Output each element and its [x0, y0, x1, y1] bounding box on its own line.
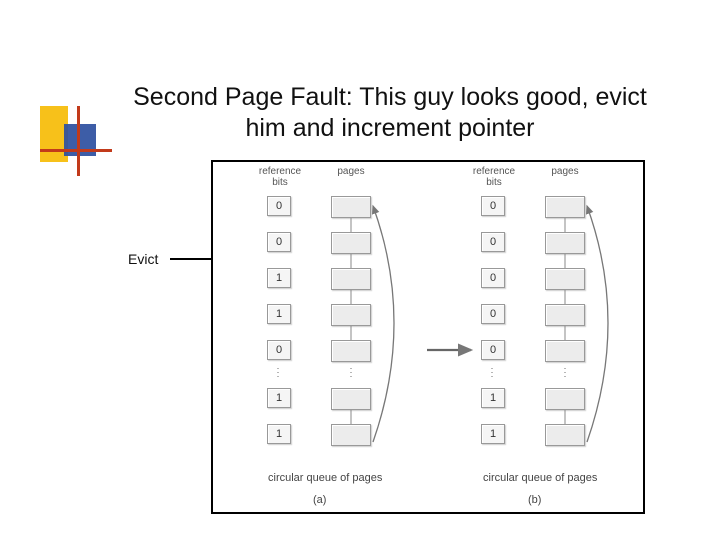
ellipsis-icon: ··· — [272, 366, 284, 378]
page-cell — [331, 232, 371, 254]
ref-bit-cell: 1 — [481, 424, 505, 444]
label-evict: Evict — [128, 251, 158, 267]
page-cell — [545, 424, 585, 446]
ellipsis-icon: ··· — [345, 366, 357, 378]
ref-bit-cell: 1 — [267, 388, 291, 408]
ref-bit-cell: 0 — [481, 232, 505, 252]
page-cell — [331, 304, 371, 326]
ref-bit-cell: 0 — [481, 268, 505, 288]
ref-bit-cell: 0 — [267, 232, 291, 252]
page-cell — [331, 388, 371, 410]
subcaption-a: (a) — [313, 494, 326, 506]
header-pages: pages — [329, 166, 373, 177]
ref-bit-cell: 0 — [267, 196, 291, 216]
header-reference-bits: reference bits — [471, 166, 517, 188]
caption-queue-a: circular queue of pages — [268, 472, 382, 484]
ref-bit-cell: 0 — [481, 340, 505, 360]
clock-algorithm-diagram: reference bits pages 0 0 1 1 0 ··· ··· 1 — [211, 160, 645, 514]
page-cell — [331, 268, 371, 290]
caption-queue-b: circular queue of pages — [483, 472, 597, 484]
mask — [85, 218, 213, 318]
page-cell — [331, 196, 371, 218]
page-cell — [545, 388, 585, 410]
ref-bit-cell: 0 — [481, 304, 505, 324]
page-cell — [545, 268, 585, 290]
page-cell — [545, 232, 585, 254]
subcaption-b: (b) — [528, 494, 541, 506]
header-pages: pages — [543, 166, 587, 177]
ref-bit-cell: 1 — [267, 304, 291, 324]
header-reference-bits: reference bits — [257, 166, 303, 188]
ref-bit-cell: 0 — [481, 196, 505, 216]
page-cell — [545, 340, 585, 362]
page-cell — [545, 196, 585, 218]
ellipsis-icon: ··· — [559, 366, 571, 378]
page-cell — [331, 340, 371, 362]
ref-bit-cell: 1 — [267, 268, 291, 288]
ellipsis-icon: ··· — [486, 366, 498, 378]
page-cell — [331, 424, 371, 446]
ref-bit-cell: 1 — [481, 388, 505, 408]
page-cell — [545, 304, 585, 326]
slide-title: Second Page Fault: This guy looks good, … — [110, 82, 670, 145]
ref-bit-cell: 1 — [267, 424, 291, 444]
ref-bit-cell: 0 — [267, 340, 291, 360]
